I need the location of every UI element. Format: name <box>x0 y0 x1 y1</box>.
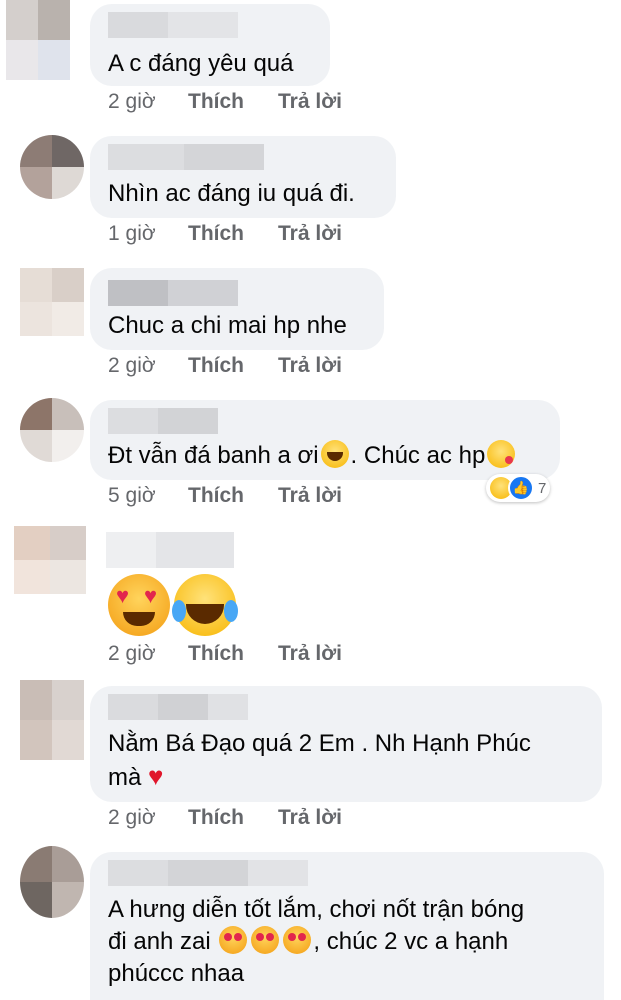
reply-button[interactable]: Trả lời <box>278 222 342 246</box>
author-name-blurred[interactable] <box>106 532 234 568</box>
like-button[interactable]: Thích <box>188 90 244 114</box>
comment-text-part: Đt vẫn đá banh a ơi <box>108 442 319 469</box>
heart-eyes-emoji-icon <box>251 926 280 954</box>
comment-time[interactable]: 2 giờ <box>108 354 156 378</box>
comment-bubble: A hưng diễn tốt lắm, chơi nốt trận bóng … <box>90 852 604 1000</box>
avatar[interactable] <box>20 398 84 462</box>
rofl-emoji-icon <box>320 440 349 468</box>
like-reaction-icon: 👍 <box>508 475 534 501</box>
avatar[interactable] <box>20 680 84 760</box>
reaction-count: 7 <box>538 479 547 497</box>
tears-of-joy-emoji-icon <box>172 574 238 636</box>
comment-text-line: mà ♥ <box>108 760 586 794</box>
like-button[interactable]: Thích <box>188 354 244 378</box>
like-button[interactable]: Thích <box>188 642 244 666</box>
author-name-blurred[interactable] <box>108 408 218 434</box>
heart-eyes-emoji-icon <box>283 926 312 954</box>
like-button[interactable]: Thích <box>188 806 244 830</box>
reply-button[interactable]: Trả lời <box>278 806 342 830</box>
like-button[interactable]: Thích <box>188 222 244 246</box>
author-name-blurred[interactable] <box>108 280 238 306</box>
red-heart-emoji-icon: ♥ <box>148 761 164 791</box>
comment-time[interactable]: 2 giờ <box>108 642 156 666</box>
comment-text-line: A hưng diễn tốt lắm, chơi nốt trận bóng <box>108 896 525 923</box>
avatar[interactable] <box>20 268 84 336</box>
comment-text-part: mà <box>108 764 142 791</box>
comment-time[interactable]: 2 giờ <box>108 90 156 114</box>
avatar[interactable] <box>6 0 70 80</box>
comment-text: Nằm Bá Đạo quá 2 Em . Nh Hạnh Phúc mà ♥ <box>108 728 586 794</box>
author-name-blurred[interactable] <box>108 144 264 170</box>
comment-text: Nhìn ac đáng iu quá đi. <box>108 180 355 207</box>
author-name-blurred[interactable] <box>108 12 238 38</box>
comment-text-part: , chúc 2 vc a hạnh <box>313 928 509 955</box>
avatar[interactable] <box>20 846 84 918</box>
comment-text: Chuc a chi mai hp nhe <box>108 312 347 339</box>
comment-text-line: Nằm Bá Đạo quá 2 Em . Nh Hạnh Phúc <box>108 730 531 757</box>
comment-bubble: A c đáng yêu quá <box>90 4 330 86</box>
comment-bubble: Nằm Bá Đạo quá 2 Em . Nh Hạnh Phúc mà ♥ <box>90 686 602 802</box>
kissing-emoji-icon <box>487 440 516 468</box>
comment-text: Đt vẫn đá banh a ơi . Chúc ac hp <box>108 440 544 472</box>
avatar[interactable] <box>20 135 84 199</box>
reply-button[interactable]: Trả lời <box>278 354 342 378</box>
reaction-summary[interactable]: 👍 7 <box>486 474 551 502</box>
reply-button[interactable]: Trả lời <box>278 484 342 508</box>
like-button[interactable]: Thích <box>188 484 244 508</box>
comment-time[interactable]: 5 giờ <box>108 484 156 508</box>
reply-button[interactable]: Trả lời <box>278 642 342 666</box>
comment-text-line: phúccc nhaa <box>108 960 245 987</box>
comment-time[interactable]: 1 giờ <box>108 222 156 246</box>
avatar[interactable] <box>14 526 86 594</box>
author-name-blurred[interactable] <box>108 860 308 886</box>
comment-text-line: đi anh zai , chúc 2 vc a hạnh <box>108 926 588 958</box>
comment-bubble: Đt vẫn đá banh a ơi . Chúc ac hp <box>90 400 560 480</box>
comment-text: A c đáng yêu quá <box>108 50 294 77</box>
heart-eyes-emoji-icon: ♥ ♥ <box>108 574 170 636</box>
comment-text: A hưng diễn tốt lắm, chơi nốt trận bóng … <box>108 894 588 990</box>
author-name-blurred[interactable] <box>108 694 248 720</box>
comment-bubble: Chuc a chi mai hp nhe <box>90 268 384 350</box>
comment-text-part: . Chúc ac hp <box>350 442 486 469</box>
comment-text-part: đi anh zai <box>108 928 211 955</box>
comment-bubble: Nhìn ac đáng iu quá đi. <box>90 136 396 218</box>
comment-time[interactable]: 2 giờ <box>108 806 156 830</box>
heart-eyes-emoji-icon <box>219 926 248 954</box>
reply-button[interactable]: Trả lời <box>278 90 342 114</box>
